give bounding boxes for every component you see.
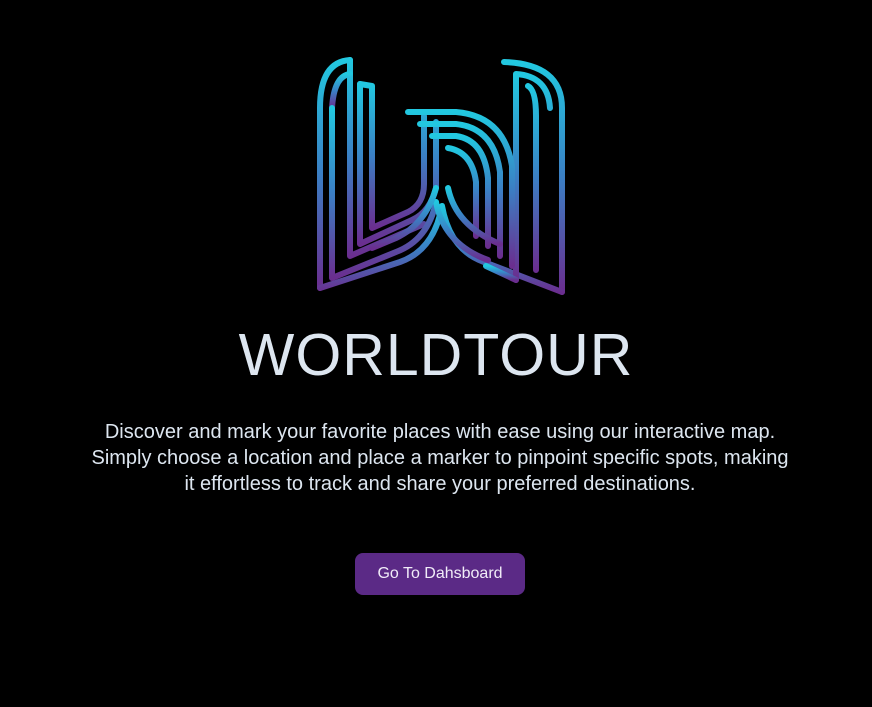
worldtour-w-logo-icon (316, 56, 568, 296)
hero-description: Discover and mark your favorite places w… (91, 421, 789, 495)
app-title: WORLDTOUR (238, 322, 634, 388)
go-to-dashboard-button[interactable]: Go To Dahsboard (355, 553, 525, 595)
